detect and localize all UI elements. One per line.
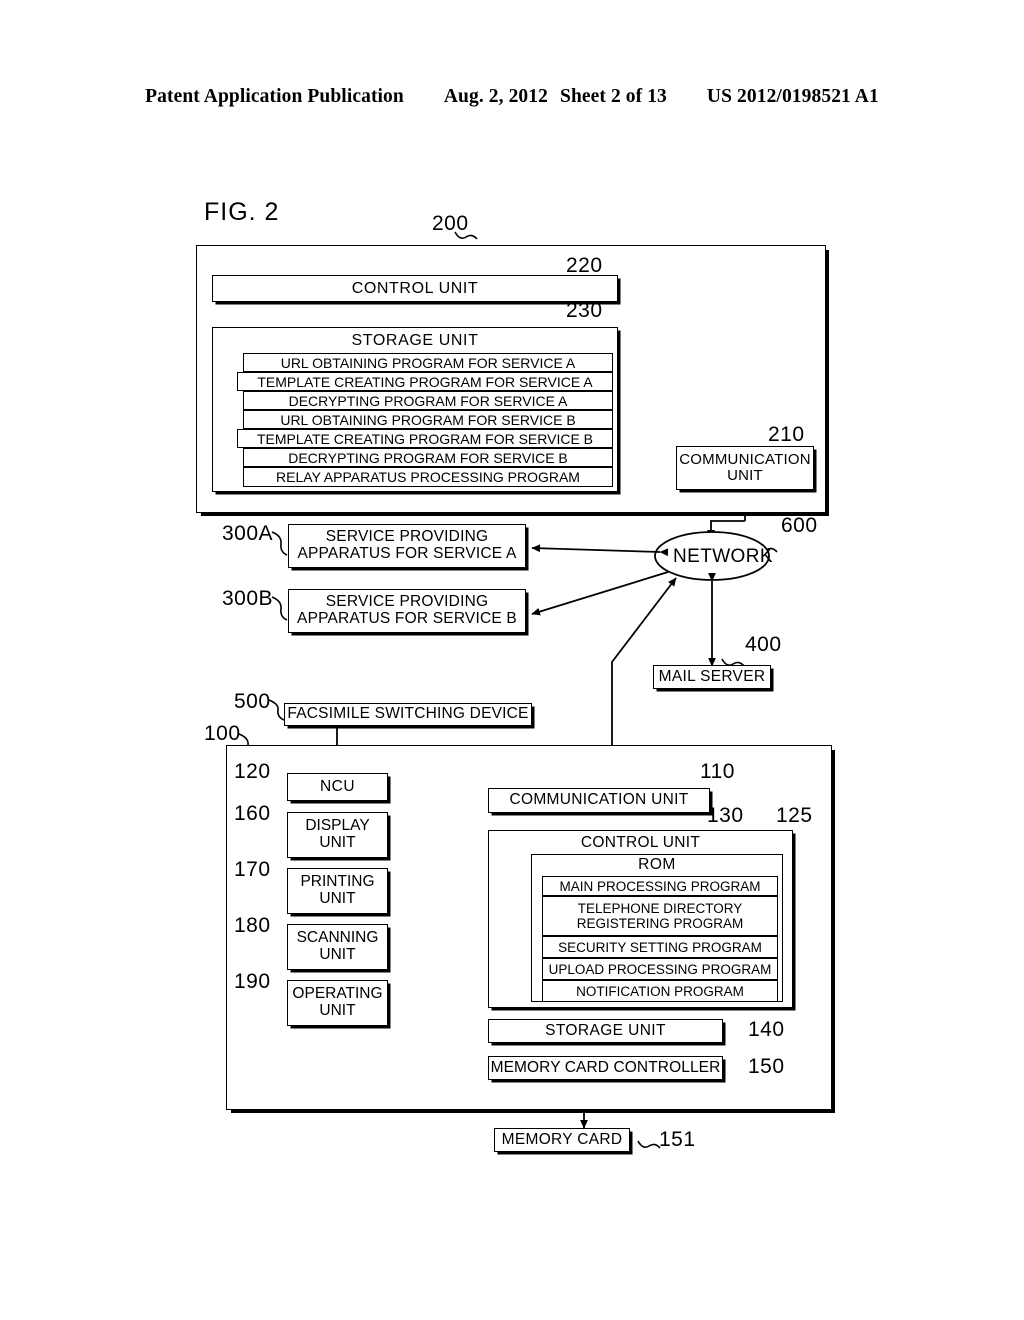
ref-230: 230 [566,299,603,322]
operating-unit-line1: OPERATING [292,985,383,1003]
scanning-unit-line1: SCANNING [296,929,379,947]
facsimile-switching-device: FACSIMILE SWITCHING DEVICE [284,703,532,726]
ref-140: 140 [748,1018,785,1041]
relay-program-row: DECRYPTING PROGRAM FOR SERVICE B [243,448,613,467]
rom-program-row: SECURITY SETTING PROGRAM [542,936,778,958]
service-providing-apparatus-b: SERVICE PROVIDING APPARATUS FOR SERVICE … [288,589,526,633]
relay-communication-unit: COMMUNICATION UNIT [676,446,814,490]
relay-program-row: URL OBTAINING PROGRAM FOR SERVICE A [243,353,613,372]
display-unit-line2: UNIT [319,834,356,851]
device-communication-unit-label: COMMUNICATION UNIT [509,791,689,809]
relay-program-row: URL OBTAINING PROGRAM FOR SERVICE B [243,410,613,429]
scanning-unit-line2: UNIT [319,946,356,963]
page-header: Patent Application Publication Aug. 2, 20… [0,86,1024,108]
header-date: Aug. 2, 2012 [443,86,548,107]
relay-program-label: TEMPLATE CREATING PROGRAM FOR SERVICE B [256,430,594,447]
ref-500: 500 [234,690,271,713]
ncu-label: NCU [319,777,356,795]
memory-card-label: MEMORY CARD [501,1130,623,1148]
relay-control-unit-label: CONTROL UNIT [351,279,479,297]
rom-program-label-line1: TELEPHONE DIRECTORY [577,901,743,916]
relay-program-label: DECRYPTING PROGRAM FOR SERVICE B [288,449,568,466]
figure-title: FIG. 2 [204,198,280,226]
scanning-unit: SCANNING UNIT [287,924,388,970]
ref-151: 151 [659,1128,696,1151]
relay-program-row: DECRYPTING PROGRAM FOR SERVICE A [243,391,613,410]
header-publication: Patent Application Publication [145,86,404,107]
rom-program-label: NOTIFICATION PROGRAM [576,983,744,999]
rom-program-label: SECURITY SETTING PROGRAM [558,939,762,955]
memory-card: MEMORY CARD [494,1128,630,1152]
service-providing-apparatus-a: SERVICE PROVIDING APPARATUS FOR SERVICE … [288,524,526,568]
memory-card-controller-label: MEMORY CARD CONTROLLER [490,1058,721,1076]
device-communication-unit: COMMUNICATION UNIT [488,788,710,813]
rom-program-row: MAIN PROCESSING PROGRAM [542,876,778,896]
relay-program-label: RELAY APPARATUS PROCESSING PROGRAM [276,469,580,485]
ref-220: 220 [566,254,603,277]
rom-program-row: NOTIFICATION PROGRAM [542,980,778,1002]
relay-communication-unit-line1: COMMUNICATION [679,450,811,468]
rom-label: ROM [638,856,676,873]
device-control-unit-label: CONTROL UNIT [580,834,701,851]
rom-program-row: TELEPHONE DIRECTORY REGISTERING PROGRAM [542,896,778,936]
relay-program-row: TEMPLATE CREATING PROGRAM FOR SERVICE A [237,372,613,391]
device-storage-unit: STORAGE UNIT [488,1019,723,1043]
ref-300B: 300B [222,587,274,610]
relay-program-row: RELAY APPARATUS PROCESSING PROGRAM [243,467,613,487]
printing-unit: PRINTING UNIT [287,868,388,914]
rom-program-label: MAIN PROCESSING PROGRAM [559,878,761,894]
display-unit-line1: DISPLAY [305,817,370,835]
display-unit: DISPLAY UNIT [287,812,388,858]
operating-unit-line2: UNIT [319,1002,356,1019]
relay-storage-unit-label: STORAGE UNIT [351,332,479,349]
mail-server: MAIL SERVER [653,665,771,689]
printing-unit-line1: PRINTING [300,873,375,891]
ref-170: 170 [234,858,271,881]
ref-190: 190 [234,970,271,993]
memory-card-controller: MEMORY CARD CONTROLLER [488,1056,723,1080]
relay-program-label: URL OBTAINING PROGRAM FOR SERVICE B [280,411,576,428]
ref-125: 125 [776,804,813,827]
ref-160: 160 [234,802,271,825]
service-a-line2: APPARATUS FOR SERVICE A [297,545,517,562]
ref-110: 110 [700,760,735,783]
relay-program-label: URL OBTAINING PROGRAM FOR SERVICE A [280,354,576,371]
facsimile-switching-device-label: FACSIMILE SWITCHING DEVICE [287,705,529,723]
ref-400: 400 [745,633,782,656]
ref-210: 210 [768,423,805,446]
ref-100: 100 [204,722,241,745]
ref-120: 120 [234,760,271,783]
ncu-unit: NCU [287,773,388,801]
device-storage-unit-label: STORAGE UNIT [545,1021,666,1039]
network-label: NETWORK [673,546,773,567]
rom-program-label: UPLOAD PROCESSING PROGRAM [548,961,772,977]
service-b-line1: SERVICE PROVIDING [325,593,489,611]
ref-180: 180 [234,914,271,937]
operating-unit: OPERATING UNIT [287,980,388,1026]
ref-150: 150 [748,1055,785,1078]
relay-program-label: TEMPLATE CREATING PROGRAM FOR SERVICE A [257,373,593,390]
ref-200: 200 [432,212,469,235]
rom-program-row: UPLOAD PROCESSING PROGRAM [542,958,778,980]
relay-program-row: TEMPLATE CREATING PROGRAM FOR SERVICE B [237,429,613,448]
printing-unit-line2: UNIT [319,890,356,907]
diagram-connectors [238,231,788,1149]
rom-program-label-line2: REGISTERING PROGRAM [576,916,744,931]
ref-130: 130 [707,804,744,827]
service-a-line1: SERVICE PROVIDING [325,528,489,546]
service-b-line2: APPARATUS FOR SERVICE B [297,610,517,627]
relay-control-unit: CONTROL UNIT [212,275,618,302]
header-sheet: Sheet 2 of 13 [560,86,667,107]
ref-600: 600 [781,514,818,537]
ref-300A: 300A [222,522,274,545]
header-patent-number: US 2012/0198521 A1 [706,86,879,107]
relay-program-label: DECRYPTING PROGRAM FOR SERVICE A [288,392,568,409]
mail-server-label: MAIL SERVER [658,667,766,685]
relay-communication-unit-line2: UNIT [727,467,763,484]
